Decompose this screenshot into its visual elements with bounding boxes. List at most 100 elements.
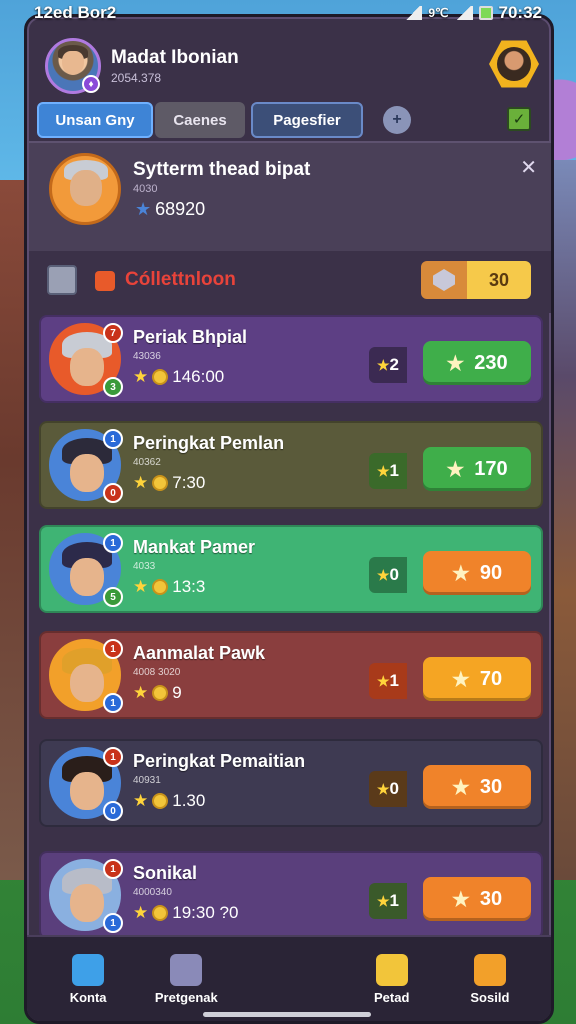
collection-count: 30 (467, 261, 531, 299)
system-score: ★ 68920 (135, 199, 205, 220)
player-name: Sonikal (133, 863, 198, 883)
coin-icon (152, 369, 169, 385)
points-button[interactable]: ★ 170 (423, 447, 531, 491)
system-score-value: 68920 (155, 199, 206, 219)
coin-icon (152, 475, 169, 491)
coin-icon (152, 793, 169, 809)
star-icon: ★ (376, 462, 390, 479)
collection-counter[interactable]: 30 (421, 261, 531, 299)
level-badge-icon: 5 (103, 587, 123, 607)
player-stats: ★ 19:30 ?0 (133, 903, 238, 923)
rank-pill: ★ 2 (369, 347, 407, 383)
star-icon (375, 953, 408, 986)
nav-label: Pretgenak (154, 989, 218, 1005)
player-stats: ★ 13:3 (133, 577, 205, 597)
signal-icon (454, 6, 473, 20)
points-value: 230 (474, 351, 508, 374)
player-subtitle: 4000340 (133, 887, 172, 898)
level-badge-icon: 0 (103, 801, 123, 821)
points-value: 70 (479, 667, 503, 690)
rank-badge-icon: 1 (103, 747, 123, 767)
player-stats: ★ 9 (133, 683, 182, 703)
player-name: Aanmalat Pawk (133, 643, 266, 663)
star-icon: ★ (376, 780, 390, 797)
tab-0[interactable]: Unsan Gny (37, 102, 153, 138)
rank-pill: ★ 1 (369, 883, 407, 919)
player-stats-value: 1.30 (172, 791, 206, 810)
star-icon: ★ (133, 791, 149, 810)
player-stats-value: 13:3 (172, 577, 206, 596)
player-subtitle: 4033 (133, 561, 156, 572)
player-subtitle: 4008 3020 (133, 667, 181, 678)
star-icon: ★ (376, 356, 390, 373)
chest-icon (473, 953, 506, 986)
player-header: ♦ Madat Ibonian 2054.378 (45, 31, 539, 101)
nav-home[interactable]: Konta (39, 937, 137, 1021)
level-badge-icon: ♦ (82, 75, 100, 93)
tab-1[interactable]: Caenes (155, 102, 245, 138)
bottom-nav: Konta Pretgenak Petad Sosild (27, 935, 551, 1021)
leaderboard-panel: ♦ Madat Ibonian 2054.378 Unsan Gny Caene… (24, 14, 554, 1024)
collection-section: Cóllettnloon 30 (29, 251, 551, 313)
player-avatar[interactable]: ♦ (45, 38, 101, 94)
system-subtitle: 4030 (133, 183, 158, 195)
close-icon[interactable]: ✕ (520, 155, 537, 180)
star-icon: ★ (133, 473, 149, 492)
level-badge-icon: 0 (103, 483, 123, 503)
system-avatar (49, 153, 121, 225)
rank-badge-icon: 1 (103, 429, 123, 449)
nav-label: Sosild (470, 989, 510, 1005)
profile-hex-button[interactable] (489, 40, 539, 88)
battery-icon (478, 6, 493, 20)
player-stats-value: 9 (172, 683, 182, 702)
rank-pill: ★ 0 (369, 557, 407, 593)
points-button[interactable]: ★ 30 (423, 765, 531, 809)
player-id: 2054.378 (111, 71, 162, 85)
leaderboard-row[interactable]: 1 1 Sonikal 4000340 ★ 19:30 ?0 ★ 1 ★ 30 (39, 851, 543, 939)
profile-portrait-icon (497, 47, 531, 81)
leaderboard-row[interactable]: 1 5 Mankat Pamer 4033 ★ 13:3 ★ 0 ★ 90 (39, 525, 543, 613)
tab-2[interactable]: Pagesfier (251, 102, 363, 138)
player-name: Madat Ibonian (111, 47, 239, 68)
chest-icon (47, 265, 77, 295)
player-stats: ★ 146:00 (133, 367, 224, 387)
player-stats: ★ 7:30 (133, 473, 205, 493)
star-icon: ★ (446, 352, 465, 375)
leaderboard-row[interactable]: 1 0 Peringkat Pemaitian 40931 ★ 1.30 ★ 0 … (39, 739, 543, 827)
system-title: Sytterm thead bipat (133, 159, 311, 180)
rank-pill: ★ 0 (369, 771, 407, 807)
coin-icon (152, 905, 169, 921)
star-icon: ★ (133, 367, 149, 386)
nav-social[interactable]: Sosild (441, 937, 539, 1021)
player-name: Peringkat Pemlan (133, 433, 285, 453)
add-tab-button[interactable]: + (383, 106, 411, 134)
wifi-icon (404, 6, 423, 20)
points-value: 30 (479, 887, 503, 910)
points-button[interactable]: ★ 90 (423, 551, 531, 595)
check-icon[interactable]: ✓ (507, 107, 531, 131)
rank-badge-icon: 7 (103, 323, 123, 343)
level-badge-icon: 1 (103, 693, 123, 713)
nav-profile[interactable]: Pretgenak (137, 937, 235, 1021)
leaderboard-row[interactable]: 1 1 Aanmalat Pawk 4008 3020 ★ 9 ★ 1 ★ 70 (39, 631, 543, 719)
points-button[interactable]: ★ 30 (423, 877, 531, 921)
tab-bar: Unsan Gny Caenes Pagesfier + ✓ (37, 101, 537, 139)
points-button[interactable]: ★ 70 (423, 657, 531, 701)
player-name: Peringkat Pemaitian (133, 751, 306, 771)
nav-rewards[interactable]: Petad (343, 937, 441, 1021)
nav-label: Petad (373, 989, 410, 1005)
star-icon: ★ (133, 683, 149, 702)
coin-icon (152, 579, 169, 595)
star-icon: ★ (133, 903, 149, 922)
rank-badge-icon: 1 (103, 859, 123, 879)
status-net: 9℃ (428, 6, 449, 20)
home-indicator[interactable] (203, 1012, 371, 1017)
nav-label: Konta (69, 989, 107, 1005)
rank-pill: ★ 1 (369, 663, 407, 699)
home-icon (72, 953, 105, 986)
points-button[interactable]: ★ 230 (423, 341, 531, 385)
player-stats-value: 146:00 (172, 367, 225, 386)
star-icon: ★ (133, 577, 149, 596)
leaderboard-row[interactable]: 7 3 Periak Bhpial 43036 ★ 146:00 ★ 2 ★ 23… (39, 315, 543, 403)
leaderboard-row[interactable]: 1 0 Peringkat Pemlan 40362 ★ 7:30 ★ 1 ★ 1… (39, 421, 543, 509)
